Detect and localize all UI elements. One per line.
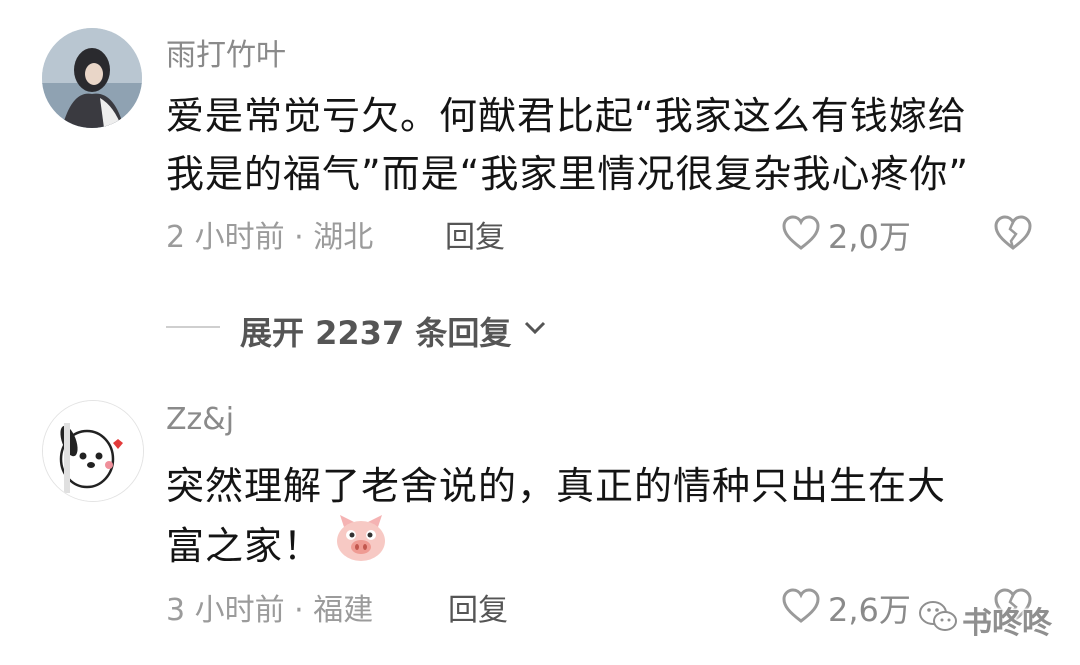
pig-face-emoji [334,513,388,563]
reply-button[interactable]: 回复 [448,585,508,629]
avatar[interactable] [42,400,144,502]
comment-username[interactable]: Zz&j [166,402,234,437]
expand-replies-button[interactable]: 展开 2237 条回复 [240,308,511,354]
comment-text-line: 突然理解了老舍说的，真正的情种只出生在大 [166,464,947,508]
comment-text-line: 我是的福气”而是“我家里情况很复杂我心疼你” [166,152,970,196]
avatar[interactable] [42,28,142,128]
comment-timestamp: 3 小时前 · 福建 [166,593,374,628]
heart-outline-icon[interactable] [781,214,821,252]
heart-outline-icon[interactable] [781,587,821,625]
like-count: 2,0万 [828,218,911,256]
broken-heart-icon[interactable] [993,214,1033,252]
expand-divider [166,326,220,328]
wechat-icon [918,600,958,634]
comment-text-line: 富之家！ [166,524,323,568]
reply-button[interactable]: 回复 [445,212,505,256]
comment-text-line: 爱是常觉亏欠。何猷君比起“我家这么有钱嫁给 [166,94,967,138]
watermark-text: 书咚咚 [962,606,1052,641]
like-count: 2,6万 [828,591,911,629]
comment-username[interactable]: 雨打竹叶 [166,30,286,74]
comment-timestamp: 2 小时前 · 湖北 [166,220,374,255]
chevron-down-icon[interactable] [522,318,548,338]
